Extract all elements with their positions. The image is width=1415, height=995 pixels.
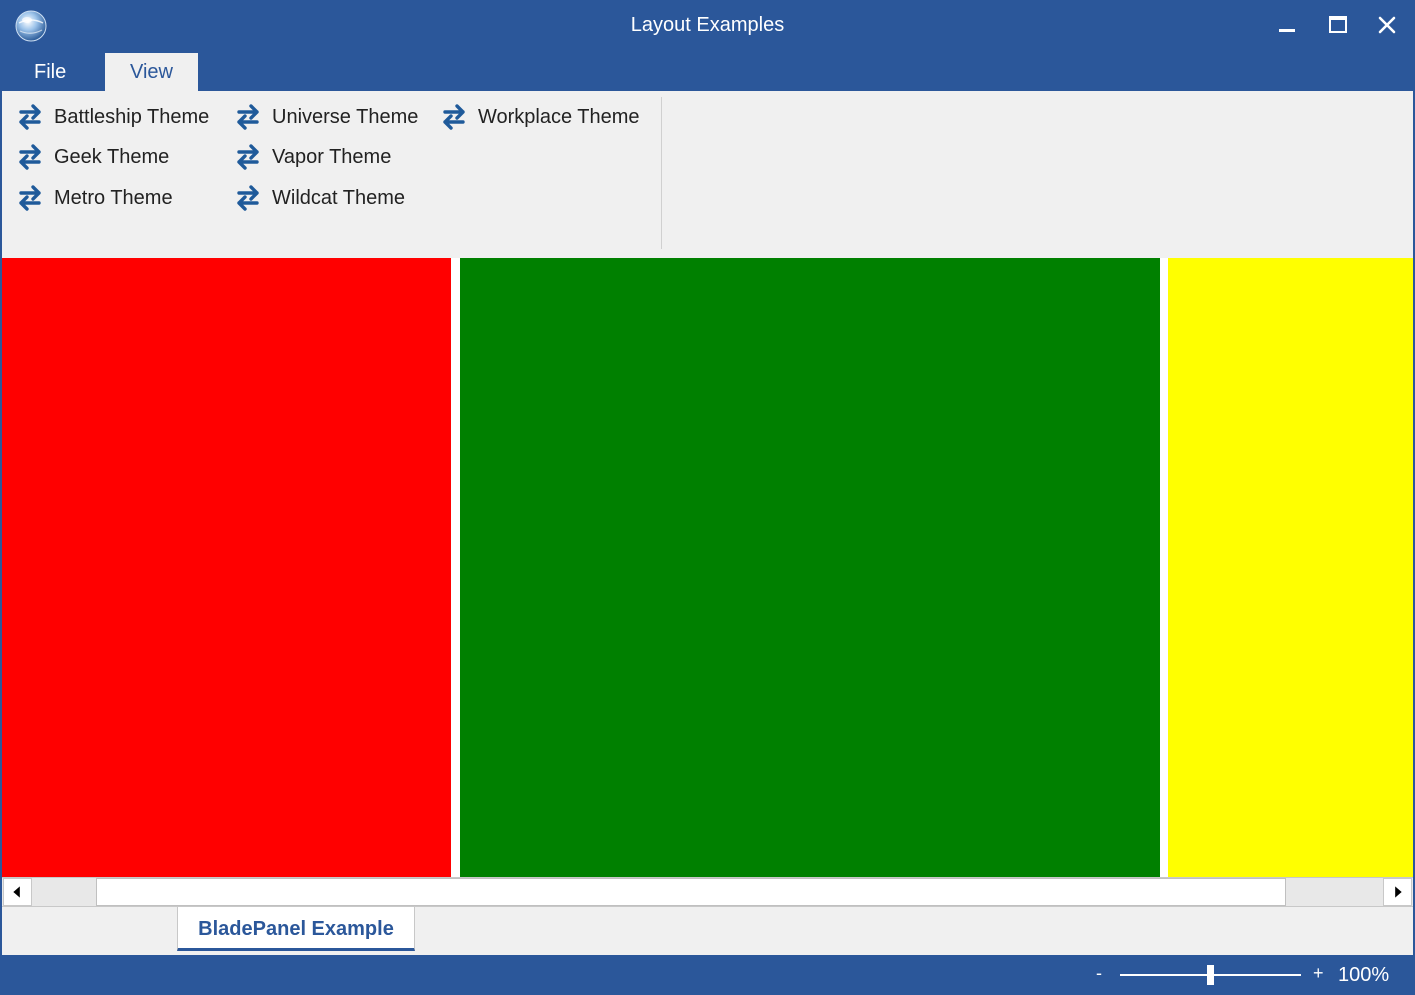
- tab-file[interactable]: File: [10, 53, 90, 91]
- wildcat-theme-button[interactable]: Wildcat Theme: [232, 181, 405, 215]
- swap-arrows-icon: [237, 144, 259, 170]
- zoom-out-button[interactable]: -: [1096, 963, 1102, 984]
- swap-arrows-icon: [19, 104, 41, 130]
- zoom-in-button[interactable]: +: [1313, 963, 1324, 984]
- blade-yellow: [1168, 258, 1413, 877]
- close-button[interactable]: [1364, 6, 1410, 44]
- blade-panel: [2, 258, 1413, 877]
- swap-arrows-icon: [237, 185, 259, 211]
- menu-bar: File View: [0, 53, 1415, 91]
- theme-label: Wildcat Theme: [272, 186, 406, 209]
- blade-green: [460, 258, 1160, 877]
- theme-label: Universe Theme: [272, 105, 419, 128]
- ribbon-panel: Battleship Theme Geek Theme Metro Theme …: [2, 91, 1413, 258]
- ribbon-group-separator: [661, 97, 662, 249]
- swap-arrows-icon: [237, 104, 259, 130]
- swap-arrows-icon: [19, 185, 41, 211]
- document-tab-strip: BladePanel Example: [2, 907, 1413, 955]
- zoom-level: 100%: [1338, 964, 1390, 986]
- workplace-theme-button[interactable]: Workplace Theme: [438, 100, 640, 134]
- minimize-button[interactable]: [1264, 6, 1310, 44]
- scroll-right-button[interactable]: [1383, 878, 1412, 906]
- tab-bladepanel-example[interactable]: BladePanel Example: [177, 907, 415, 951]
- battleship-theme-button[interactable]: Battleship Theme: [14, 100, 209, 134]
- vapor-theme-button[interactable]: Vapor Theme: [232, 140, 391, 174]
- swap-arrows-icon: [19, 144, 41, 170]
- scrollbar-thumb[interactable]: [96, 878, 1286, 906]
- horizontal-scrollbar[interactable]: [2, 877, 1413, 907]
- status-bar: - + 100%: [0, 955, 1415, 995]
- blade-red: [2, 258, 451, 877]
- theme-label: Vapor Theme: [272, 145, 392, 168]
- scroll-left-button[interactable]: [3, 878, 32, 906]
- swap-arrows-icon: [443, 104, 465, 130]
- maximize-button[interactable]: [1314, 6, 1360, 44]
- theme-label: Metro Theme: [54, 186, 173, 209]
- metro-theme-button[interactable]: Metro Theme: [14, 181, 173, 215]
- theme-label: Workplace Theme: [478, 105, 640, 128]
- universe-theme-button[interactable]: Universe Theme: [232, 100, 418, 134]
- theme-label: Battleship Theme: [54, 105, 210, 128]
- zoom-slider-thumb[interactable]: [1207, 965, 1214, 985]
- tab-view[interactable]: View: [105, 53, 198, 91]
- window-title: Layout Examples: [630, 14, 785, 36]
- geek-theme-button[interactable]: Geek Theme: [14, 140, 169, 174]
- title-bar: Layout Examples: [0, 0, 1415, 53]
- theme-label: Geek Theme: [54, 145, 170, 168]
